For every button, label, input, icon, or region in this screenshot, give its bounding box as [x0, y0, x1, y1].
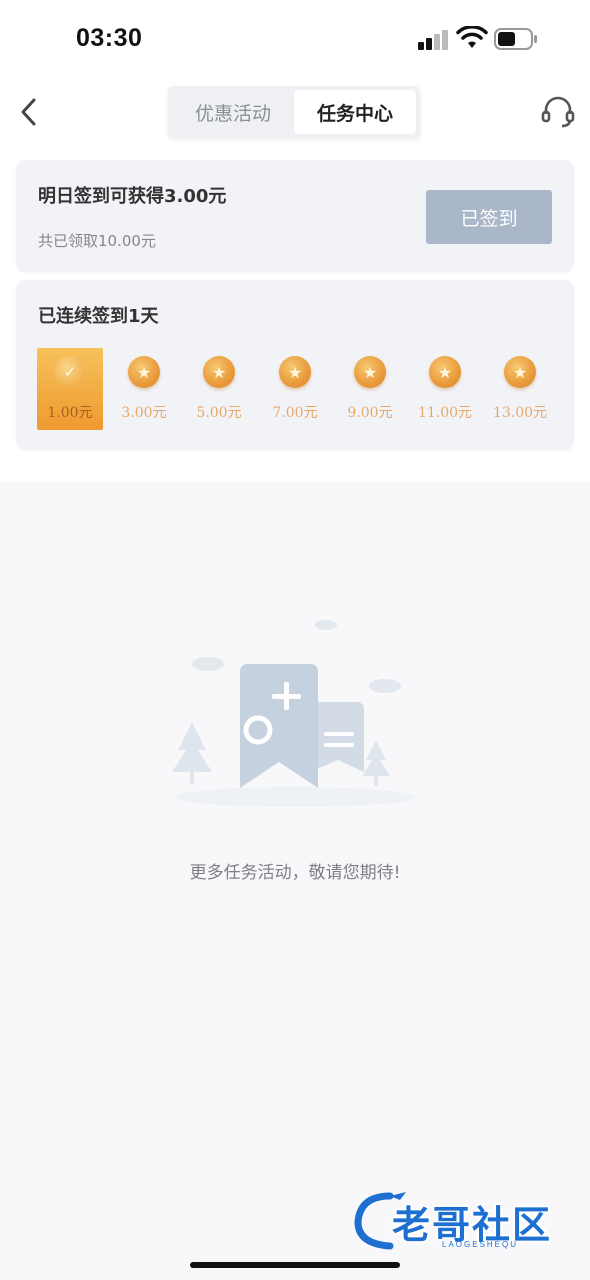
total-claimed-text: 共已领取10.00元	[38, 232, 156, 250]
day-reward-3: ★ 5.00元	[186, 348, 252, 430]
day-reward-amount: 7.00元	[272, 405, 318, 421]
tab-task-center[interactable]: 任务中心	[294, 90, 416, 134]
home-indicator[interactable]	[190, 1262, 400, 1268]
star-coin-icon: ★	[279, 356, 311, 388]
checked-coin-icon: ✓	[54, 356, 86, 388]
headset-support-icon[interactable]	[540, 94, 576, 130]
day-reward-amount: 1.00元	[47, 405, 93, 421]
top-navigation: 优惠活动 任务中心	[0, 80, 590, 146]
streak-title: 已连续签到1天	[38, 306, 159, 327]
day-reward-7: ★ 13.00元	[487, 348, 553, 430]
day-reward-amount: 9.00元	[347, 405, 393, 421]
star-coin-icon: ★	[504, 356, 536, 388]
star-coin-icon: ★	[354, 356, 386, 388]
day-reward-amount: 5.00元	[196, 405, 242, 421]
day-reward-1: ✓ 1.00元	[37, 348, 103, 430]
signin-card: 明日签到可获得3.00元 共已领取10.00元 已签到	[16, 160, 574, 272]
day-reward-amount: 13.00元	[492, 405, 548, 421]
status-bar: 03:30	[0, 0, 590, 80]
day-reward-amount: 11.00元	[417, 405, 473, 421]
battery-icon	[494, 28, 537, 50]
task-list-empty-state: 更多任务活动，敬请您期待!	[0, 482, 590, 1280]
tomorrow-reward-text: 明日签到可获得3.00元	[38, 186, 227, 207]
wifi-icon	[456, 26, 488, 48]
watermark-subtitle: LAOGESHEQU	[442, 1240, 519, 1249]
day-reward-4: ★ 7.00元	[262, 348, 328, 430]
signed-in-button[interactable]: 已签到	[426, 190, 552, 244]
status-time: 03:30	[76, 24, 143, 52]
day-reward-5: ★ 9.00元	[337, 348, 403, 430]
star-coin-icon: ★	[128, 356, 160, 388]
tab-switcher: 优惠活动 任务中心	[168, 86, 420, 138]
star-coin-icon: ★	[429, 356, 461, 388]
empty-state-message: 更多任务活动，敬请您期待!	[189, 863, 401, 883]
star-coin-icon: ★	[203, 356, 235, 388]
empty-tasks-illustration	[172, 620, 415, 807]
day-reward-6: ★ 11.00元	[412, 348, 478, 430]
day-reward-2: ★ 3.00元	[111, 348, 177, 430]
back-chevron-icon[interactable]	[14, 94, 44, 130]
cellular-signal-icon	[418, 30, 450, 50]
streak-card: 已连续签到1天 ✓ 1.00元 ★ 3.00元 ★ 5.00元 ★ 7.00元 …	[16, 280, 574, 450]
tab-promotions[interactable]: 优惠活动	[172, 90, 294, 134]
community-watermark-logo: 老哥社区 LAOGESHEQU	[350, 1190, 580, 1254]
day-reward-amount: 3.00元	[121, 405, 167, 421]
